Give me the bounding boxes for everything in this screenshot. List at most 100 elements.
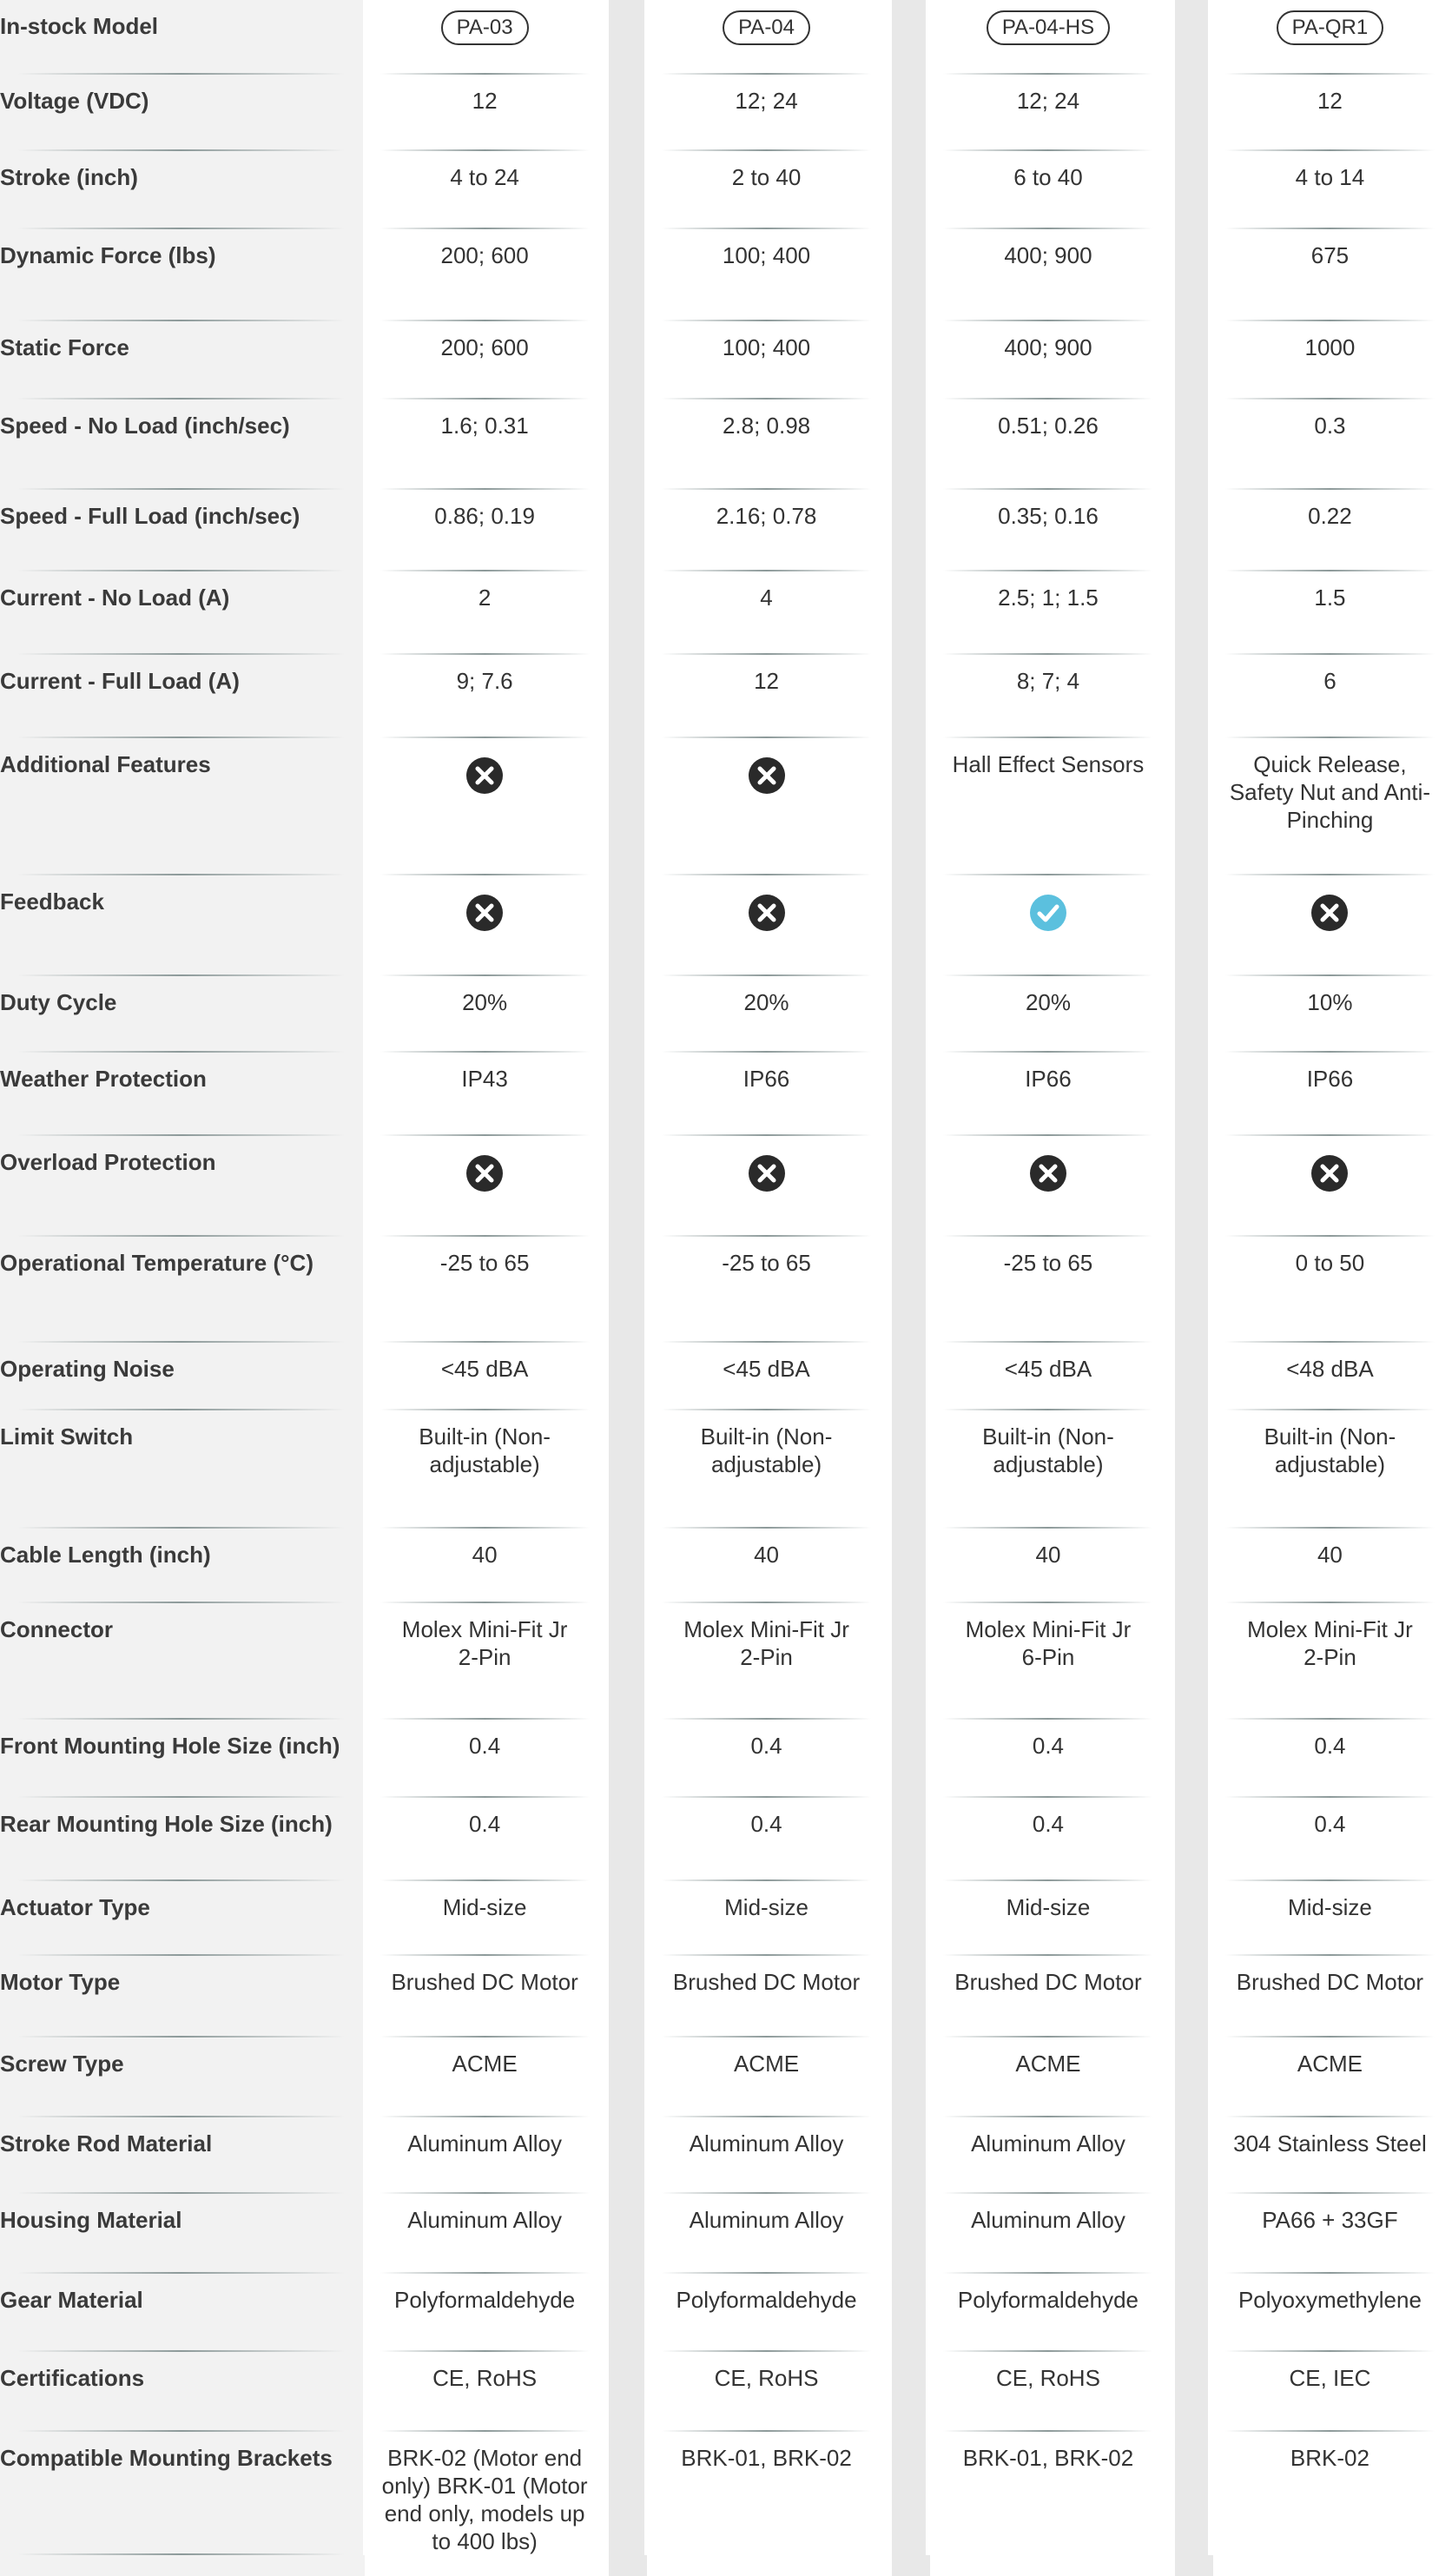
spec-cell: Mid-size [926,1881,1171,1956]
spec-cell: 400; 900 [926,321,1171,400]
row-label-text: Motor Type [0,1969,121,1995]
row-label-text: Housing Material [0,2207,182,2233]
spec-value: ACME [1015,2051,1081,2077]
spec-value: 1.5 [1314,585,1346,611]
row-label: Feedback [0,875,362,976]
spec-row: Compatible Mounting Brackets BRK-02 (Moto… [0,2432,1452,2555]
spec-value: 10% [1307,989,1353,1015]
spec-value: 0.4 [750,1733,782,1759]
spec-value: 304 Stainless Steel [1233,2130,1427,2157]
spec-row: Housing Material Aluminum Alloy Aluminum A… [0,2194,1452,2274]
spec-value: 0.3 [1314,413,1346,439]
spec-value: Aluminum Alloy [689,2130,844,2157]
spec-row: Additional Features Hall Effect Sensors Qu… [0,738,1452,875]
spec-value: 100; 400 [722,334,811,360]
model-pill[interactable]: PA-04 [723,10,810,45]
spec-cell: 100; 400 [644,229,889,321]
spec-cell: 20% [644,976,889,1053]
spec-cell: Polyformaldehyde [644,2274,889,2352]
spec-row: Speed - Full Load (inch/sec) 0.86; 0.19 2.… [0,490,1452,571]
spec-cell: Polyformaldehyde [926,2274,1171,2352]
spec-cell: Mid-size [1207,1881,1452,1956]
spec-row: Actuator Type Mid-size Mid-size Mid-size Mid… [0,1881,1452,1956]
spec-row: Motor Type Brushed DC Motor Brushed DC Mot… [0,1956,1452,2038]
spec-row: Gear Material Polyformaldehyde Polyformald… [0,2274,1452,2352]
row-label: Gear Material [0,2274,362,2352]
spec-cell: ACME [1207,2038,1452,2117]
row-label: In-stock Model [0,0,362,75]
row-label: Screw Type [0,2038,362,2117]
spec-value: Polyformaldehyde [957,2287,1139,2313]
row-label-text: Current - Full Load (A) [0,668,240,694]
spec-value: Aluminum Alloy [407,2207,562,2233]
row-label-text: Voltage (VDC) [0,88,149,114]
row-label-text: Current - No Load (A) [0,585,230,611]
spec-value: Built-in (Non-adjustable) [982,1423,1114,1477]
spec-value: Aluminum Alloy [407,2130,562,2157]
model-pill[interactable]: PA-03 [440,10,529,45]
spec-cell: Aluminum Alloy [644,2194,889,2274]
spec-cell: 0.4 [362,1720,607,1798]
spec-value: 0.51; 0.26 [998,413,1099,439]
spec-row: Limit Switch Built-in (Non-adjustable) Bui… [0,1410,1452,1529]
spec-value: 40 [1035,1542,1061,1568]
spec-value: -25 to 65 [1003,1250,1093,1276]
spec-cell: Mid-size [644,1881,889,1956]
spec-value: Built-in (Non-adjustable) [1264,1423,1396,1477]
row-label-text: Dynamic Force (lbs) [0,242,216,268]
spec-value: PA66 + 33GF [1262,2207,1398,2233]
spec-cell: <45 dBA [362,1343,607,1410]
spec-cell: 200; 600 [362,229,607,321]
row-label-text: Screw Type [0,2051,124,2077]
spec-cell: 6 to 40 [926,151,1171,229]
spec-cell: Brushed DC Motor [644,1956,889,2038]
spec-cell: PA66 + 33GF [1207,2194,1452,2274]
spec-value: 40 [1317,1542,1343,1568]
row-label-text: Cable Length (inch) [0,1542,211,1568]
spec-value: CE, RoHS [714,2365,819,2391]
spec-cell: 0.4 [644,1720,889,1798]
spec-cell: 0.86; 0.19 [362,490,607,571]
spec-value: 4 [760,585,773,611]
spec-value: 2.5; 1; 1.5 [998,585,1099,611]
spec-value: IP43 [461,1066,508,1092]
spec-cell: 40 [362,1529,607,1603]
row-label: Stroke Rod Material [0,2117,362,2194]
spec-value: Aluminum Alloy [971,2207,1125,2233]
spec-cell: IP43 [362,1053,607,1136]
spec-row: Overload Protection [0,1136,1452,1237]
row-label: Operational Temperature (°C) [0,1237,362,1343]
spec-row: Feedback [0,875,1452,976]
spec-cell: 40 [644,1529,889,1603]
spec-value: ACME [1297,2051,1363,2077]
row-label-text: Stroke Rod Material [0,2130,213,2157]
spec-cell: 2 to 40 [644,151,889,229]
model-pill[interactable]: PA-QR1 [1276,10,1384,45]
spec-value: Aluminum Alloy [971,2130,1125,2157]
spec-cell: 0.4 [644,1798,889,1881]
spec-row: Rear Mounting Hole Size (inch) 0.4 0.4 0.4 0… [0,1798,1452,1881]
spec-value: 20% [462,989,508,1015]
spec-cell: 100; 400 [644,321,889,400]
spec-cell [926,875,1171,976]
spec-value: IP66 [742,1066,790,1092]
spec-cell: 0.4 [1207,1720,1452,1798]
model-cell: PA-03 [362,0,607,75]
spec-row: Front Mounting Hole Size (inch) 0.4 0.4 0.4… [0,1720,1452,1798]
spec-cell: 10% [1207,976,1452,1053]
spec-cell: 9; 7.6 [362,655,607,738]
spec-cell: 12; 24 [926,75,1171,151]
spec-value: Mid-size [724,1894,808,1920]
spec-cell: Built-in (Non-adjustable) [1207,1410,1452,1529]
spec-cell: Quick Release, Safety Nut and Anti-Pinch… [1207,738,1452,875]
spec-cell: 0.35; 0.16 [926,490,1171,571]
spec-value: 4 to 14 [1295,164,1365,190]
spec-value: Built-in (Non-adjustable) [419,1423,551,1477]
spec-value: 400; 900 [1004,242,1092,268]
spec-value: <45 dBA [1004,1356,1092,1382]
spec-value: 20% [1025,989,1071,1015]
spec-value: Brushed DC Motor [954,1969,1142,1995]
spec-cell [362,738,607,875]
model-pill[interactable]: PA-04-HS [986,10,1111,45]
row-label-text: Speed - No Load (inch/sec) [0,413,290,439]
